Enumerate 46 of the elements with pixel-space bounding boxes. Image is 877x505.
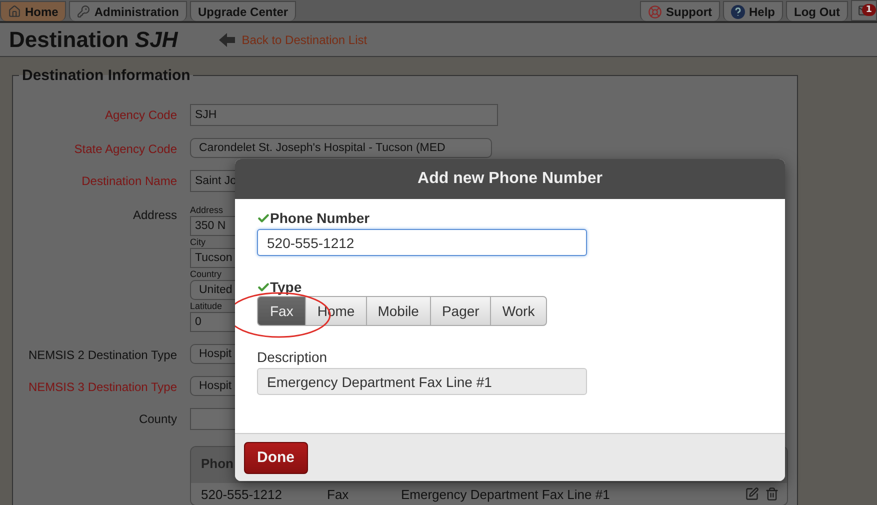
field-label: NEMSIS 2 Destination Type	[27, 347, 177, 364]
description-input[interactable]: Emergency Department Fax Line #1	[257, 368, 587, 395]
nav-tab[interactable]: Support	[640, 1, 720, 21]
text-field[interactable]: SJH	[190, 104, 498, 126]
field-label: NEMSIS 3 Destination Type	[27, 379, 177, 396]
type-option[interactable]: Pager	[430, 296, 492, 326]
table-cell-text: 520-555-1212	[201, 486, 283, 502]
nav-tab[interactable]: Log Out	[786, 1, 848, 21]
field-label: State Agency Code	[73, 141, 177, 158]
trash-icon[interactable]	[765, 487, 779, 501]
nav-tab[interactable]: Administration	[69, 1, 188, 21]
type-option[interactable]: Mobile	[366, 296, 431, 326]
field-label: Latitude	[190, 300, 222, 312]
page-title: Destination SJH	[9, 26, 178, 52]
field-label: Destination Name	[80, 173, 177, 190]
key-icon	[77, 5, 90, 18]
nav-tab[interactable]: Upgrade Center	[190, 1, 296, 21]
table-cell-text: Emergency Department Fax Line #1	[401, 486, 611, 502]
notification-button[interactable]: 1	[851, 0, 877, 21]
lifebuoy-icon	[648, 4, 662, 18]
help-icon	[731, 4, 745, 18]
select-field[interactable]: Carondelet St. Joseph's Hospital - Tucson (MED	[190, 138, 492, 158]
field-label: City	[190, 236, 206, 248]
table-cell-text: Fax	[327, 486, 350, 502]
edit-icon[interactable]	[745, 487, 759, 501]
field-label: Type	[270, 279, 302, 295]
field-label: Description	[257, 349, 328, 365]
type-option[interactable]: Fax	[257, 296, 306, 326]
panel-legend: Destination Information	[19, 67, 194, 84]
nav-tab[interactable]: Home	[0, 1, 66, 21]
nav-tab[interactable]: Help	[723, 1, 784, 21]
back-arrow-icon	[218, 32, 236, 48]
phone-input[interactable]: 520-555-1212	[257, 229, 587, 256]
field-label: County	[138, 411, 177, 428]
notification-count: 1	[862, 4, 876, 16]
field-label: Address	[190, 204, 224, 216]
dialog-title: Add new Phone Number	[235, 159, 785, 199]
field-label: Address	[132, 207, 177, 224]
house-icon	[8, 5, 21, 18]
check-icon	[257, 212, 270, 224]
field-label: Phone Number	[270, 210, 370, 226]
field-label: Agency Code	[104, 107, 177, 124]
done-button[interactable]: Done	[244, 442, 308, 474]
field-label: Country	[190, 268, 222, 280]
check-icon	[257, 280, 270, 294]
type-option[interactable]: Work	[490, 296, 547, 326]
